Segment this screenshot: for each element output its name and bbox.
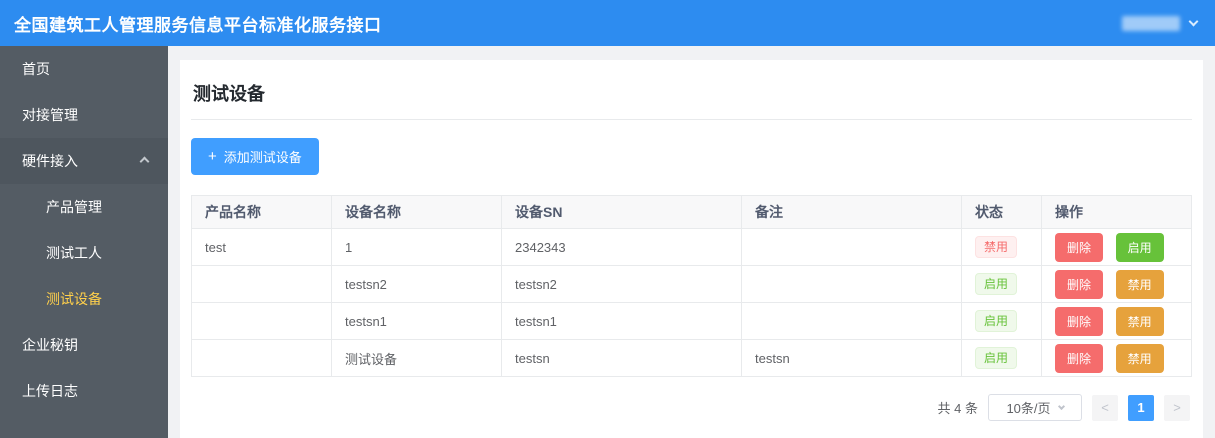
sidebar-item-label: 上传日志 xyxy=(22,383,78,399)
table-row: test 1 2342343 禁用 删除 启用 xyxy=(191,228,1192,266)
next-page-button[interactable]: > xyxy=(1164,394,1190,421)
sidebar-item-test-worker[interactable]: 测试工人 xyxy=(0,230,168,276)
status-badge: 禁用 xyxy=(975,236,1018,258)
table-row: testsn2 testsn2 启用 删除 禁用 xyxy=(191,265,1192,303)
sidebar-item-label: 测试设备 xyxy=(46,291,102,307)
sidebar-item-docking-management[interactable]: 对接管理 xyxy=(0,92,168,138)
cell-sn: 2342343 xyxy=(501,228,742,266)
total-count-label: 共 4 条 xyxy=(937,401,978,416)
add-button-label: 添加测试设备 xyxy=(223,150,302,165)
page-size-select[interactable]: 10条/页 xyxy=(988,394,1082,421)
prev-page-button[interactable]: < xyxy=(1092,394,1118,421)
status-badge: 启用 xyxy=(975,347,1018,369)
sidebar-item-label: 硬件接入 xyxy=(22,153,78,169)
delete-button[interactable]: 删除 xyxy=(1055,232,1104,262)
cell-product xyxy=(191,302,332,340)
plus-icon: + xyxy=(208,148,217,165)
sidebar-item-upload-log[interactable]: 上传日志 xyxy=(0,368,168,414)
cell-remark xyxy=(741,228,962,266)
page-layout: 首页 对接管理 硬件接入 产品管理 测试工人 测试设备 企业秘钥 上传日志 测试… xyxy=(0,46,1215,438)
username-redacted xyxy=(1122,15,1180,31)
sidebar-item-label: 对接管理 xyxy=(22,107,78,123)
cell-sn: testsn xyxy=(501,339,742,377)
cell-device: testsn1 xyxy=(331,302,502,340)
disable-button[interactable]: 禁用 xyxy=(1115,306,1164,336)
cell-device: testsn2 xyxy=(331,265,502,303)
sidebar-item-product-management[interactable]: 产品管理 xyxy=(0,184,168,230)
device-table: 产品名称 设备名称 设备SN 备注 状态 操作 test 1 2342343 禁… xyxy=(191,195,1192,377)
user-menu[interactable] xyxy=(1122,15,1199,31)
disable-button[interactable]: 禁用 xyxy=(1115,343,1164,373)
sidebar-item-home[interactable]: 首页 xyxy=(0,46,168,92)
cell-sn: testsn1 xyxy=(501,302,742,340)
chevron-down-icon xyxy=(1057,402,1065,411)
sidebar-group-hardware-access[interactable]: 硬件接入 xyxy=(0,138,168,184)
cell-device: 1 xyxy=(331,228,502,266)
table-header-row: 产品名称 设备名称 设备SN 备注 状态 操作 xyxy=(191,195,1192,229)
status-badge: 启用 xyxy=(975,273,1018,295)
cell-sn: testsn2 xyxy=(501,265,742,303)
delete-button[interactable]: 删除 xyxy=(1055,269,1104,299)
pagination: 共 4 条 10条/页 < 1 > xyxy=(191,377,1192,421)
sidebar-item-test-device[interactable]: 测试设备 xyxy=(0,276,168,322)
col-remark: 备注 xyxy=(741,195,962,229)
add-test-device-button[interactable]: + 添加测试设备 xyxy=(191,138,319,175)
cell-device: 测试设备 xyxy=(331,339,502,377)
col-operation: 操作 xyxy=(1041,195,1192,229)
title-divider xyxy=(191,119,1192,120)
delete-button[interactable]: 删除 xyxy=(1055,343,1104,373)
disable-button[interactable]: 禁用 xyxy=(1115,269,1164,299)
page-number-1[interactable]: 1 xyxy=(1128,394,1154,421)
sidebar-nav: 首页 对接管理 硬件接入 产品管理 测试工人 测试设备 企业秘钥 上传日志 xyxy=(0,46,168,438)
col-product-name: 产品名称 xyxy=(191,195,332,229)
cell-product: test xyxy=(191,228,332,266)
cell-remark: testsn xyxy=(741,339,962,377)
chevron-down-icon xyxy=(1188,16,1199,27)
content-card: 测试设备 + 添加测试设备 产品名称 设备名称 设备SN 备注 状态 操作 te… xyxy=(180,60,1203,438)
page-title: 测试设备 xyxy=(193,84,265,104)
enable-button[interactable]: 启用 xyxy=(1115,232,1164,262)
sidebar-item-label: 首页 xyxy=(22,61,50,77)
sidebar-item-label: 企业秘钥 xyxy=(22,337,78,353)
sidebar-item-enterprise-key[interactable]: 企业秘钥 xyxy=(0,322,168,368)
table-row: testsn1 testsn1 启用 删除 禁用 xyxy=(191,302,1192,340)
table-row: 测试设备 testsn testsn 启用 删除 禁用 xyxy=(191,339,1192,377)
delete-button[interactable]: 删除 xyxy=(1055,306,1104,336)
chevron-up-icon xyxy=(139,156,150,166)
page-size-value: 10条/页 xyxy=(1006,401,1051,416)
sidebar-item-label: 测试工人 xyxy=(46,245,102,261)
col-status: 状态 xyxy=(961,195,1042,229)
main-content: 测试设备 + 添加测试设备 产品名称 设备名称 设备SN 备注 状态 操作 te… xyxy=(168,46,1215,438)
cell-remark xyxy=(741,265,962,303)
status-badge: 启用 xyxy=(975,310,1018,332)
cell-remark xyxy=(741,302,962,340)
col-device-sn: 设备SN xyxy=(501,195,742,229)
top-header-bar: 全国建筑工人管理服务信息平台标准化服务接口 xyxy=(0,0,1215,46)
cell-product xyxy=(191,265,332,303)
app-title: 全国建筑工人管理服务信息平台标准化服务接口 xyxy=(14,15,382,35)
col-device-name: 设备名称 xyxy=(331,195,502,229)
sidebar-item-label: 产品管理 xyxy=(46,199,102,215)
cell-product xyxy=(191,339,332,377)
